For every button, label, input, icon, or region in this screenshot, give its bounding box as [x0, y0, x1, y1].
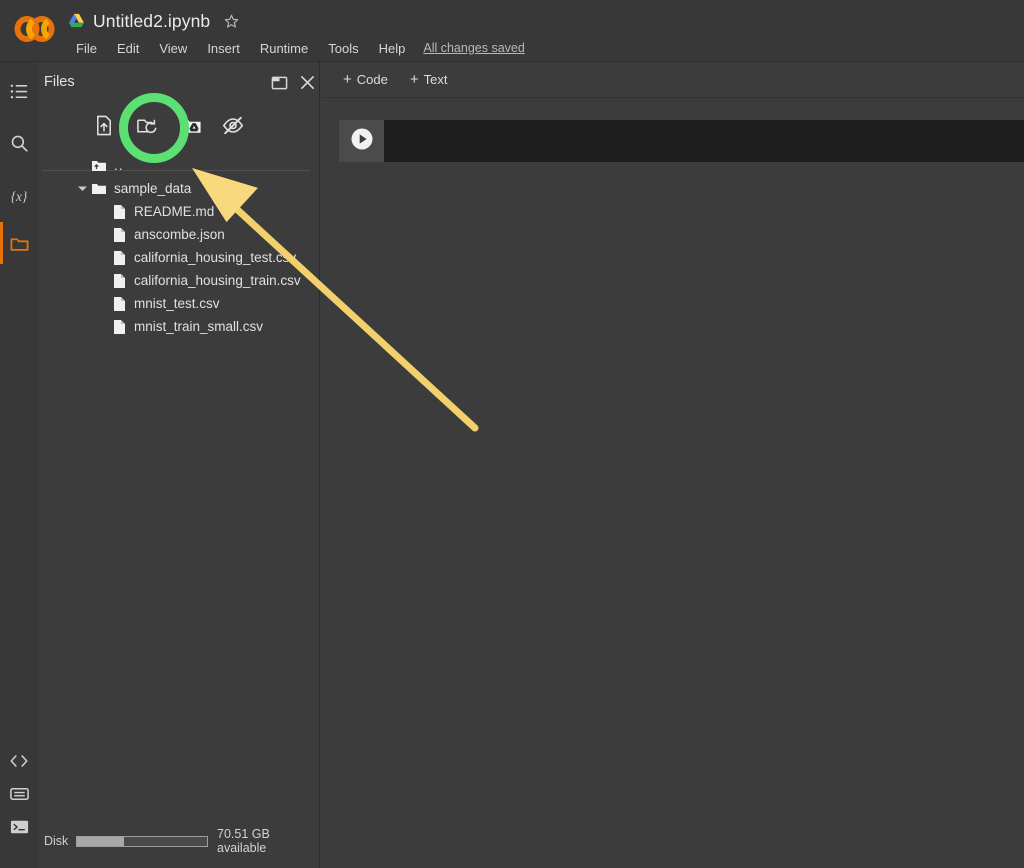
disk-label: Disk	[44, 834, 69, 848]
tree-item-file[interactable]: california_housing_test.csv	[38, 246, 320, 269]
play-icon	[350, 127, 374, 156]
rail-item-files[interactable]	[0, 222, 38, 264]
plus-icon: +	[343, 71, 352, 88]
refresh-button[interactable]	[131, 112, 163, 144]
page-title[interactable]: Untitled2.ipynb	[93, 11, 210, 32]
mount-drive-button[interactable]	[174, 112, 206, 144]
code-editor[interactable]	[384, 120, 1024, 162]
top-bar: Untitled2.ipynb File Edit View Insert Ru…	[0, 0, 1024, 62]
upload-file-icon	[94, 115, 114, 141]
tree-item-parent[interactable]: ..	[38, 154, 320, 177]
menu-item-tools[interactable]: Tools	[318, 39, 368, 58]
tree-item-sample-data[interactable]: sample_data	[38, 177, 320, 200]
svg-text:{x}: {x}	[11, 189, 28, 204]
tree-item-label: sample_data	[114, 181, 192, 196]
folder-icon	[90, 180, 108, 198]
code-cell[interactable]	[339, 120, 1024, 162]
colab-window: Untitled2.ipynb File Edit View Insert Ru…	[0, 0, 1024, 868]
rail-item-search[interactable]	[0, 122, 38, 164]
add-text-label: Text	[423, 72, 448, 87]
plus-icon: +	[409, 71, 419, 88]
search-icon	[10, 134, 29, 153]
file-tree: .. sample_data README.md anscombe.json c…	[38, 154, 320, 338]
variables-icon: {x}	[8, 187, 30, 206]
active-indicator	[0, 222, 3, 264]
notebook-title-row: Untitled2.ipynb	[68, 8, 240, 34]
files-panel-toolbar	[38, 108, 320, 148]
mount-drive-icon	[179, 116, 202, 141]
new-window-icon	[271, 75, 288, 96]
file-icon	[110, 249, 128, 267]
notebook-area: + Code + Text	[321, 62, 1024, 868]
menu-item-help[interactable]: Help	[369, 39, 416, 58]
files-panel-header: Files	[38, 62, 320, 108]
tree-item-file[interactable]: mnist_test.csv	[38, 292, 320, 315]
menu-bar: File Edit View Insert Runtime Tools Help…	[66, 38, 525, 58]
tree-item-label: README.md	[134, 204, 215, 219]
left-icon-rail: {x}	[0, 62, 38, 868]
tree-item-label: california_housing_train.csv	[134, 273, 301, 288]
menu-item-file[interactable]: File	[66, 39, 107, 58]
tree-item-file[interactable]: california_housing_train.csv	[38, 269, 320, 292]
close-panel-button[interactable]	[294, 72, 320, 98]
upload-to-session-storage-button[interactable]	[88, 112, 120, 144]
toggle-hidden-files-button[interactable]	[217, 112, 249, 144]
files-panel-title: Files	[44, 74, 75, 90]
tree-item-file[interactable]: anscombe.json	[38, 223, 320, 246]
menu-item-insert[interactable]: Insert	[197, 39, 250, 58]
file-icon	[110, 295, 128, 313]
notebook-toolbar: + Code + Text	[321, 62, 1024, 98]
list-icon	[10, 82, 29, 101]
drive-icon	[68, 13, 85, 29]
colab-logo[interactable]	[12, 14, 58, 44]
folder-icon	[9, 234, 30, 253]
close-icon	[299, 74, 316, 96]
rail-item-table-of-contents[interactable]	[0, 70, 38, 112]
disk-usage-fill	[77, 836, 124, 846]
star-icon[interactable]	[218, 13, 240, 30]
menu-item-runtime[interactable]: Runtime	[250, 39, 318, 58]
tree-item-label: mnist_test.csv	[134, 296, 220, 311]
disk-usage-bar	[76, 835, 208, 847]
file-icon	[110, 318, 128, 336]
open-in-new-window-button[interactable]	[266, 72, 292, 98]
disk-status: Disk 70.51 GB available	[38, 827, 320, 855]
rail-item-terminal[interactable]	[0, 806, 38, 848]
tree-item-file[interactable]: README.md	[38, 200, 320, 223]
files-panel: Files .. sample_data README.md anscombe.…	[38, 62, 320, 868]
add-code-cell-button[interactable]: + Code	[339, 69, 392, 90]
chevron-down-icon[interactable]	[74, 181, 90, 197]
disk-available-text: 70.51 GB available	[217, 827, 270, 855]
add-text-cell-button[interactable]: + Text	[406, 69, 452, 90]
refresh-folder-icon	[136, 116, 159, 141]
eye-off-icon	[222, 116, 244, 140]
tree-item-label: california_housing_test.csv	[134, 250, 297, 265]
tree-item-label: anscombe.json	[134, 227, 225, 242]
run-cell-button[interactable]	[339, 120, 384, 162]
file-icon	[110, 203, 128, 221]
tree-item-file[interactable]: mnist_train_small.csv	[38, 315, 320, 338]
save-status[interactable]: All changes saved	[423, 41, 524, 55]
file-icon	[110, 226, 128, 244]
rail-item-variables[interactable]: {x}	[0, 175, 38, 217]
terminal-icon	[9, 818, 30, 836]
file-icon	[110, 272, 128, 290]
add-code-label: Code	[356, 72, 388, 87]
code-brackets-icon	[9, 752, 29, 770]
menu-item-edit[interactable]: Edit	[107, 39, 149, 58]
menu-item-view[interactable]: View	[149, 39, 197, 58]
command-palette-icon	[9, 785, 30, 803]
tree-item-label: ..	[114, 158, 124, 173]
tree-item-label: mnist_train_small.csv	[134, 319, 264, 334]
parent-folder-icon	[90, 157, 108, 175]
